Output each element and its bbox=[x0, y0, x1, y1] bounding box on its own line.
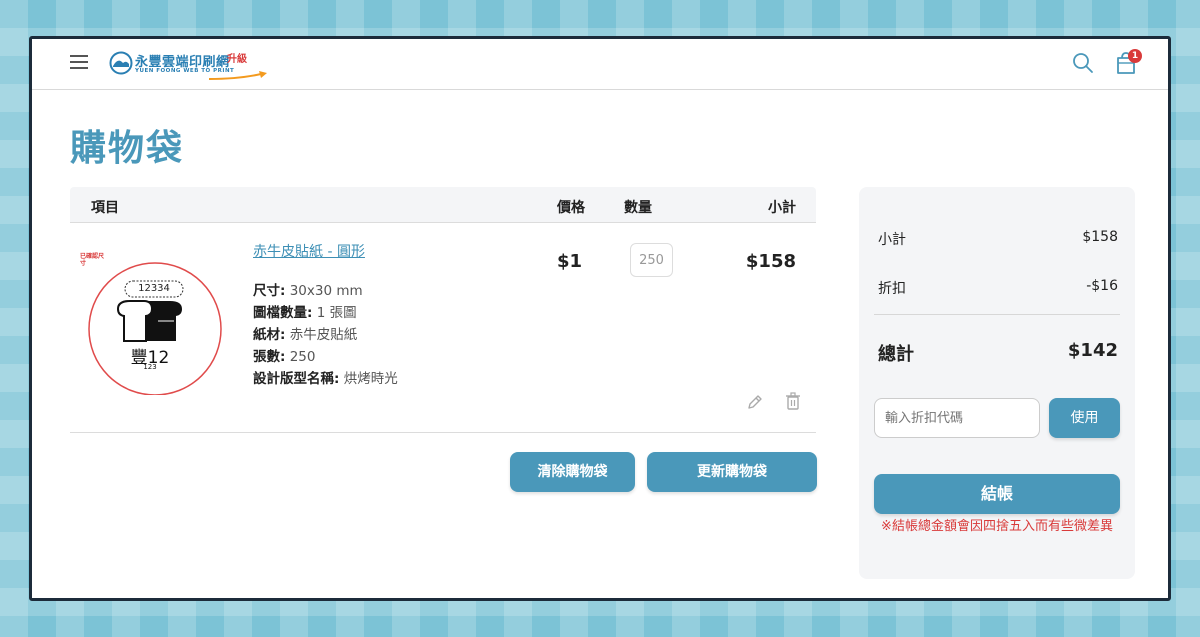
summary-discount-label: 折扣 bbox=[878, 281, 906, 297]
page-title: 購物袋 bbox=[70, 128, 185, 169]
spec-value: 250 bbox=[289, 349, 316, 365]
spec-label: 紙材: bbox=[253, 327, 286, 343]
checkout-button[interactable]: 結帳 bbox=[874, 474, 1120, 514]
product-thumbnail[interactable]: 已確認尺寸 12334 豐12 123 bbox=[80, 253, 222, 396]
stamp-label: 已確認尺寸 bbox=[80, 253, 105, 267]
sticker-small-text: 123 bbox=[143, 363, 157, 371]
cart-table-header: 項目 價格 數量 小計 bbox=[70, 187, 816, 223]
col-subtotal-header: 小計 bbox=[768, 200, 796, 216]
quantity-input[interactable] bbox=[630, 243, 673, 277]
col-qty-header: 數量 bbox=[624, 200, 652, 216]
sticker-code: 12334 bbox=[138, 283, 170, 294]
summary-discount-value: -$16 bbox=[1086, 278, 1118, 294]
spec-label: 張數: bbox=[253, 349, 286, 365]
product-name-link[interactable]: 赤牛皮貼紙 - 圓形 bbox=[253, 241, 365, 261]
spec-size: 尺寸: 30x30 mm bbox=[253, 279, 363, 299]
apply-coupon-button[interactable]: 使用 bbox=[1049, 398, 1120, 438]
menu-icon[interactable] bbox=[70, 55, 88, 71]
spec-sheets: 張數: 250 bbox=[253, 345, 315, 365]
spec-material: 紙材: 赤牛皮貼紙 bbox=[253, 323, 357, 343]
spec-label: 圖檔數量: bbox=[253, 305, 313, 321]
spec-design-template: 設計版型名稱: 烘烤時光 bbox=[253, 367, 398, 387]
summary-subtotal-row: 小計 $158 bbox=[878, 229, 1118, 249]
summary-total-label: 總計 bbox=[878, 344, 914, 365]
summary-total-row: 總計 $142 bbox=[878, 340, 1118, 366]
summary-subtotal-label: 小計 bbox=[878, 232, 906, 248]
col-item-header: 項目 bbox=[91, 200, 119, 216]
spec-file-count: 圖檔數量: 1 張圖 bbox=[253, 301, 357, 321]
sticker-preview-image bbox=[88, 262, 222, 396]
summary-divider bbox=[874, 314, 1120, 315]
summary-subtotal-value: $158 bbox=[1082, 229, 1118, 245]
cart-count-badge: 1 bbox=[1128, 49, 1142, 63]
update-cart-button[interactable]: 更新購物袋 bbox=[647, 452, 817, 492]
order-summary-panel: 小計 $158 折扣 -$16 總計 $142 使用 結帳 ※結帳總金額會因四捨… bbox=[859, 187, 1135, 579]
spec-value: 30x30 mm bbox=[289, 283, 363, 299]
trash-icon[interactable] bbox=[785, 392, 801, 410]
edit-icon[interactable] bbox=[746, 393, 764, 411]
summary-discount-row: 折扣 -$16 bbox=[878, 278, 1118, 298]
col-price-header: 價格 bbox=[557, 200, 585, 216]
site-logo[interactable]: 永豐雲端印刷網 YUEN FOONG WEB TO PRINT 升級 bbox=[109, 49, 269, 80]
rounding-note: ※結帳總金額會因四捨五入而有些微差異 bbox=[881, 519, 1113, 534]
logo-tag: 升級 bbox=[227, 54, 247, 65]
cart-item-row: 已確認尺寸 12334 豐12 123 赤牛皮貼紙 - 圓形 尺寸: 30x30… bbox=[70, 223, 816, 433]
spec-value: 赤牛皮貼紙 bbox=[289, 327, 358, 343]
spec-label: 設計版型名稱: bbox=[253, 371, 340, 387]
logo-arrow-icon bbox=[209, 71, 267, 80]
cart-table: 項目 價格 數量 小計 已確認尺寸 12334 豐12 123 赤牛皮貼紙 - … bbox=[70, 187, 816, 433]
spec-value: 烘烤時光 bbox=[343, 371, 398, 387]
spec-value: 1 張圖 bbox=[316, 305, 357, 321]
app-window: 永豐雲端印刷網 YUEN FOONG WEB TO PRINT 升級 1 購物袋… bbox=[29, 36, 1171, 601]
top-nav-bar: 永豐雲端印刷網 YUEN FOONG WEB TO PRINT 升級 1 bbox=[32, 39, 1168, 90]
summary-total-value: $142 bbox=[1067, 340, 1118, 361]
logo-emblem-icon bbox=[109, 51, 133, 75]
line-subtotal: $158 bbox=[745, 251, 796, 272]
coupon-code-input[interactable] bbox=[874, 398, 1040, 438]
spec-label: 尺寸: bbox=[253, 283, 286, 299]
clear-cart-button[interactable]: 清除購物袋 bbox=[510, 452, 635, 492]
unit-price: $1 bbox=[557, 251, 583, 272]
search-icon[interactable] bbox=[1072, 52, 1094, 74]
